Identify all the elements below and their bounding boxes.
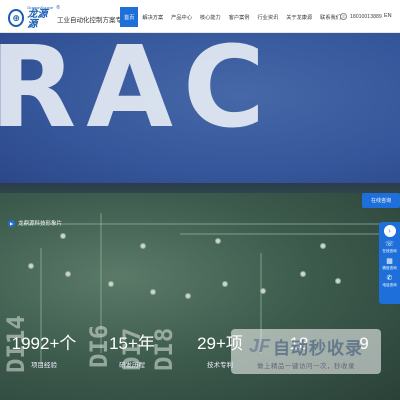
site-header: ⊕ DragonSource 龙源源 ® 工业自动化控制方案专家 首页 解决方案… — [0, 0, 400, 33]
stat-value: 15+年 — [109, 334, 155, 353]
logo-reg: ® — [56, 5, 60, 11]
banner-video-link[interactable]: ▶ 龙鼎源科技形象片 — [8, 219, 62, 227]
site-logo[interactable]: ⊕ DragonSource 龙源源 ® — [8, 6, 60, 30]
stat-item: 1992+个 项目经验 — [0, 335, 88, 385]
board-hole — [260, 288, 266, 294]
board-hole — [60, 233, 66, 239]
board-hole — [150, 289, 156, 295]
online-consult-button[interactable]: 在线咨询 — [362, 193, 400, 208]
logo-mark-icon: ⊕ — [8, 9, 25, 27]
board-trace — [20, 223, 380, 225]
watermark-title: 自动秒收录 — [273, 338, 363, 358]
nav-item-cases[interactable]: 客户案例 — [225, 7, 254, 27]
watermark-row: JF 自动秒收录 — [249, 334, 363, 359]
board-hole — [215, 238, 221, 244]
nav-item-solutions[interactable]: 解决方案 — [138, 7, 167, 27]
watermark-overlay: JF 自动秒收录 做上精品一键访问一次，秒收录 — [231, 329, 381, 374]
board-hole — [65, 271, 71, 277]
nav-item-capabilities[interactable]: 核心能力 — [196, 7, 225, 27]
nav-item-about[interactable]: 关于龙康源 — [282, 7, 316, 27]
board-hole — [320, 243, 326, 249]
board-hole — [185, 293, 191, 299]
tool-label: 电话咨询 — [382, 283, 397, 287]
play-icon: ▶ — [8, 219, 15, 227]
tool-wechat-consult[interactable]: ▦ 微信咨询 — [382, 258, 396, 271]
nav-item-home[interactable]: 首页 — [120, 7, 139, 27]
main-nav: 首页 解决方案 产品中心 核心能力 客户案例 行业资讯 关于龙康源 联系我们 — [120, 7, 345, 27]
nav-item-products[interactable]: 产品中心 — [167, 7, 196, 27]
banner-caption-text: 龙鼎源科技形象片 — [18, 221, 63, 227]
site-slogan: 工业自动化控制方案专家 — [57, 17, 129, 24]
stat-label: 研发历程 — [119, 362, 145, 369]
board-hole — [335, 278, 341, 284]
phone-number: 18010013889 — [350, 13, 382, 20]
board-hole — [140, 243, 146, 249]
chevron-right-icon[interactable]: › — [383, 225, 396, 237]
tool-label: 在线咨询 — [382, 249, 397, 253]
board-hole — [222, 281, 228, 287]
board-hole — [108, 281, 114, 287]
watermark-logo-icon: JF — [248, 335, 270, 356]
logo-text: DragonSource 龙源源 ® — [27, 6, 60, 30]
board-trace — [180, 233, 380, 235]
stat-label: 项目经验 — [31, 362, 57, 369]
board-hole — [28, 263, 34, 269]
tool-online-consult[interactable]: ☏ 在线咨询 — [382, 241, 396, 254]
chat-icon: ☏ — [385, 241, 394, 248]
phone-icon: ✆ — [340, 13, 347, 20]
tool-label: 微信咨询 — [382, 266, 397, 270]
side-toolbar: › ☏ 在线咨询 ▦ 微信咨询 ✆ 电话咨询 — [379, 222, 400, 304]
nav-item-news[interactable]: 行业资讯 — [253, 7, 282, 27]
phone-icon: ✆ — [386, 275, 393, 282]
hero-big-letters: RAC — [0, 33, 276, 153]
language-switch[interactable]: EN — [384, 13, 392, 19]
stat-item: 15+年 研发历程 — [88, 335, 176, 385]
stat-value: 1992+个 — [11, 334, 77, 353]
watermark-subtitle: 做上精品一键访问一次，秒收录 — [257, 362, 355, 370]
logo-cn: 龙源源 — [27, 9, 48, 30]
tool-phone-consult[interactable]: ✆ 电话咨询 — [382, 275, 396, 288]
board-hole — [300, 271, 306, 277]
qrcode-icon: ▦ — [386, 258, 393, 265]
header-phone[interactable]: ✆ 18010013889 — [340, 13, 382, 20]
